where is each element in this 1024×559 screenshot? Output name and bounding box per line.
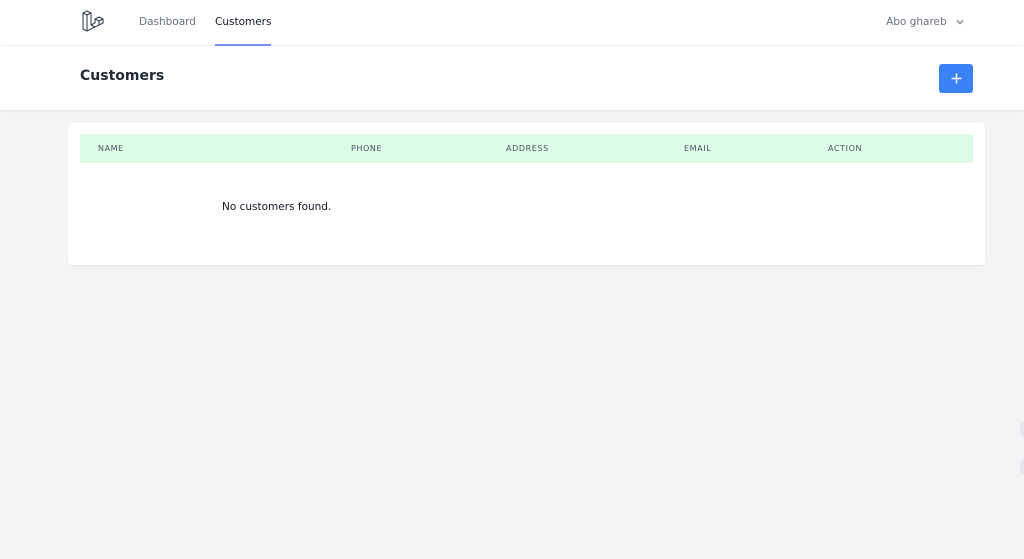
user-menu[interactable]: Abo ghareb [886,0,964,44]
scroll-handle [1020,422,1024,438]
scroll-handle [1020,458,1024,474]
column-header-email: EMAIL [684,144,712,153]
nav-link-customers[interactable]: Customers [215,0,271,46]
column-header-action: ACTION [828,144,863,153]
page-title: Customers [80,68,165,84]
page-header: Customers [0,46,1024,110]
chevron-down-icon [956,20,964,25]
top-navigation: Dashboard Customers Abo ghareb [0,0,1024,46]
column-header-phone: PHONE [351,144,383,153]
laravel-logo-icon[interactable] [80,9,106,35]
table-header-row: NAME PHONE ADDRESS EMAIL ACTION [80,134,973,163]
plus-icon [951,73,961,84]
column-header-address: ADDRESS [506,144,549,153]
empty-state-message: No customers found. [222,201,332,213]
customers-table-card: NAME PHONE ADDRESS EMAIL ACTION No custo… [68,123,985,265]
user-name: Abo ghareb [886,16,947,28]
column-header-name: NAME [98,144,124,153]
add-customer-button[interactable] [939,64,973,93]
nav-link-dashboard[interactable]: Dashboard [139,0,196,46]
